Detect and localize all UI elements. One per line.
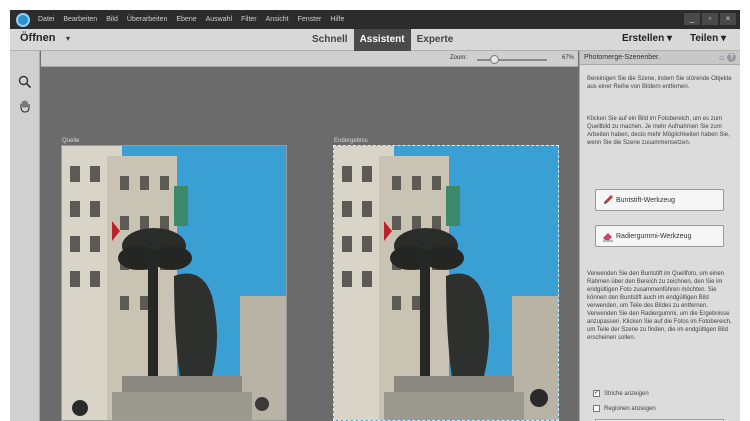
maximize-button[interactable]: ▫ <box>702 13 718 25</box>
source-label: Quelle <box>62 138 80 144</box>
tool-strip <box>10 51 40 421</box>
eraser-tool-label: Radiergummi-Werkzeug <box>616 232 692 240</box>
zoom-value: 67% <box>562 55 575 61</box>
zoom-label: Zoom: <box>450 55 468 61</box>
panel-title: Photomerge-Szenenber. <box>584 54 660 61</box>
menu-help[interactable]: Hilfe <box>330 16 344 23</box>
tab-guided[interactable]: Assistent <box>353 29 411 51</box>
statue-photo-image <box>62 146 286 420</box>
panel-help-text: Verwenden Sie den Buntstift im Quellfoto… <box>587 271 732 341</box>
menu-layer[interactable]: Ebene <box>176 16 196 23</box>
hand-icon <box>20 100 30 113</box>
zoom-bar: Zoom: 67% <box>41 51 578 67</box>
result-photo[interactable] <box>333 145 559 421</box>
open-dropdown-icon[interactable]: ▾ <box>66 34 70 43</box>
menu-select[interactable]: Auswahl <box>206 16 232 23</box>
menu-bar: Datei Bearbeiten Bild Überarbeiten Ebene… <box>10 10 740 29</box>
panel-intro-text: Bereinigen Sie die Szene, indem Sie stör… <box>587 76 732 90</box>
zoom-slider-track[interactable] <box>477 59 547 61</box>
window-controls: _ ▫ × <box>684 13 736 25</box>
eraser-icon <box>603 233 613 242</box>
show-strokes-checkbox[interactable]: ✓ <box>593 390 600 397</box>
pencil-icon <box>604 195 613 204</box>
share-button[interactable]: Teilen ▾ <box>690 33 726 44</box>
mode-bar: Öffnen ▾ Schnell Assistent Experte Erste… <box>10 29 740 51</box>
show-regions-label: Regionen anzeigen <box>604 405 656 412</box>
menu-enhance[interactable]: Überarbeiten <box>127 16 167 23</box>
panel-instructions-text: Klicken Sie auf ein Bild im Fotobereich,… <box>587 116 730 146</box>
magnifier-icon <box>18 75 32 89</box>
zoom-slider-thumb[interactable] <box>490 55 499 64</box>
menu-window[interactable]: Fenster <box>298 16 322 23</box>
result-label: Endergebnis <box>334 138 368 144</box>
guided-panel: Photomerge-Szenenber. ⌂ ? Bereinigen Sie… <box>579 51 740 421</box>
pencil-tool-label: Buntstift-Werkzeug <box>616 196 676 204</box>
open-button[interactable]: Öffnen <box>20 32 55 44</box>
mode-tabs: Schnell Assistent Experte <box>306 29 459 51</box>
tab-expert[interactable]: Experte <box>411 29 460 51</box>
eraser-tool-button[interactable]: Radiergummi-Werkzeug <box>595 225 724 247</box>
menu-edit[interactable]: Bearbeiten <box>63 16 97 23</box>
source-photo[interactable] <box>61 145 287 421</box>
create-button[interactable]: Erstellen ▾ <box>622 33 672 44</box>
menu-filter[interactable]: Filter <box>241 16 257 23</box>
home-icon[interactable]: ⌂ <box>719 53 724 62</box>
close-button[interactable]: × <box>720 13 736 25</box>
show-regions-option[interactable]: Regionen anzeigen <box>593 405 656 412</box>
canvas-area: Quelle Endergebnis <box>41 67 578 421</box>
menu-file[interactable]: Datei <box>38 16 54 23</box>
show-regions-checkbox[interactable] <box>593 405 600 412</box>
panel-header: Photomerge-Szenenber. ⌂ ? <box>580 51 740 65</box>
photo-editor-window: Datei Bearbeiten Bild Überarbeiten Ebene… <box>10 10 740 421</box>
tab-quick[interactable]: Schnell <box>306 29 354 51</box>
help-icon[interactable]: ? <box>727 53 736 62</box>
minimize-button[interactable]: _ <box>684 13 700 25</box>
statue-result-image <box>334 146 558 420</box>
app-logo-icon <box>16 12 30 27</box>
show-strokes-option[interactable]: ✓ Striche anzeigen <box>593 390 649 397</box>
show-strokes-label: Striche anzeigen <box>604 390 649 397</box>
pencil-tool-button[interactable]: Buntstift-Werkzeug <box>595 189 724 211</box>
menu-view[interactable]: Ansicht <box>266 16 289 23</box>
hand-tool[interactable] <box>16 97 34 115</box>
menu-image[interactable]: Bild <box>106 16 118 23</box>
zoom-tool[interactable] <box>16 73 34 91</box>
